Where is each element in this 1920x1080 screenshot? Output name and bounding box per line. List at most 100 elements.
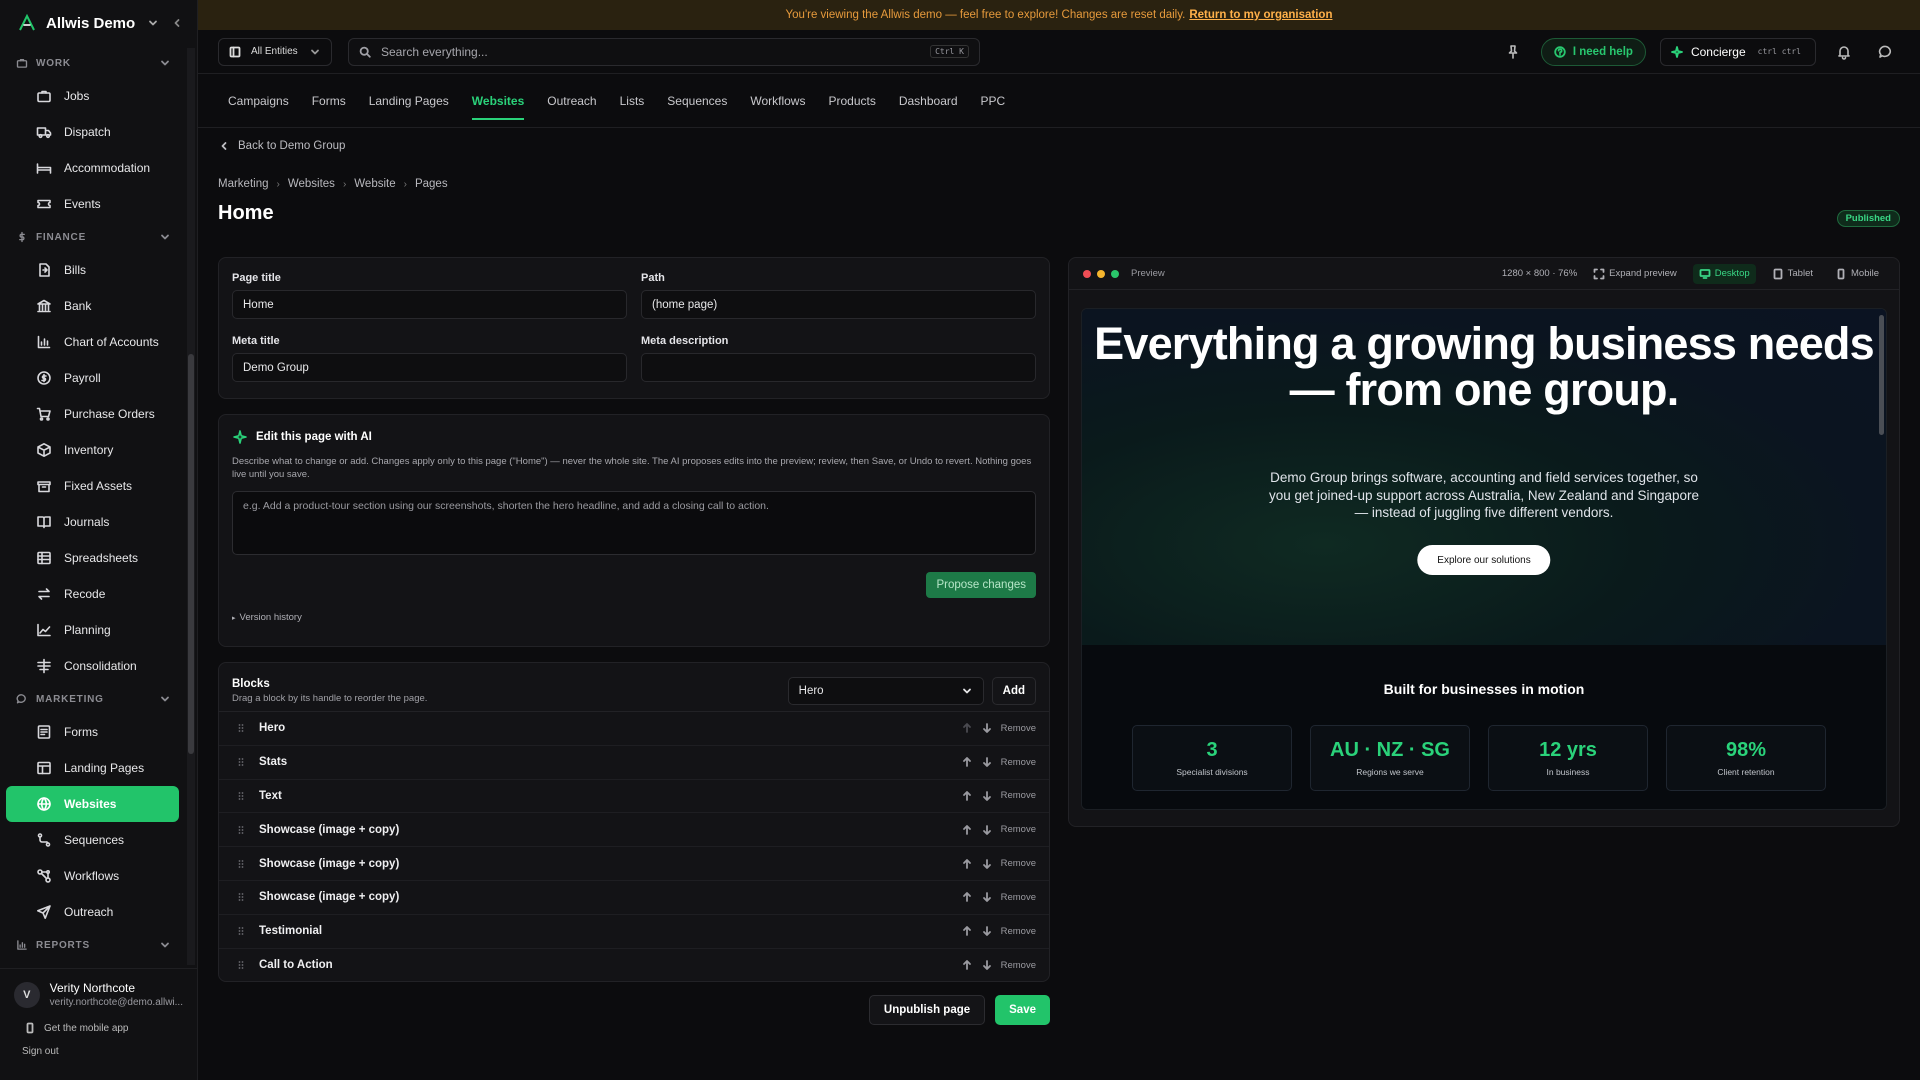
drag-handle-icon[interactable] xyxy=(235,722,247,734)
arrow-up-icon[interactable] xyxy=(961,790,973,802)
remove-block-button[interactable]: Remove xyxy=(1001,858,1036,869)
breadcrumb-item[interactable]: Marketing xyxy=(218,178,269,190)
help-button[interactable]: I need help xyxy=(1540,37,1646,66)
sidebar-item-chart-of-accounts[interactable]: Chart of Accounts xyxy=(6,324,179,360)
sidebar-item-sequences[interactable]: Sequences xyxy=(6,822,179,858)
chevron-down-icon[interactable] xyxy=(147,17,159,29)
return-to-org-link[interactable]: Return to my organisation xyxy=(1189,9,1332,21)
org-name[interactable]: Allwis Demo xyxy=(46,15,135,32)
concierge-button[interactable]: Concierge ctrl ctrl xyxy=(1659,37,1816,66)
tab-forms[interactable]: Forms xyxy=(312,74,346,128)
sign-out-link[interactable]: Sign out xyxy=(0,1040,197,1063)
meta-title-input[interactable] xyxy=(232,353,627,382)
sidebar-item-journals[interactable]: Journals xyxy=(6,504,179,540)
tab-workflows[interactable]: Workflows xyxy=(750,74,805,128)
remove-block-button[interactable]: Remove xyxy=(1001,824,1036,835)
arrow-down-icon[interactable] xyxy=(981,790,993,802)
breadcrumb-item[interactable]: Websites xyxy=(288,178,335,190)
sidebar-item-payroll[interactable]: Payroll xyxy=(6,360,179,396)
drag-handle-icon[interactable] xyxy=(235,925,247,937)
arrow-up-icon[interactable] xyxy=(961,858,973,870)
ai-prompt-input[interactable] xyxy=(232,491,1036,555)
page-title-input[interactable] xyxy=(232,290,627,319)
breadcrumb-item[interactable]: Website xyxy=(354,178,395,190)
path-input[interactable] xyxy=(641,290,1036,319)
drag-handle-icon[interactable] xyxy=(235,790,247,802)
sidebar-item-landing-pages[interactable]: Landing Pages xyxy=(6,750,179,786)
sidebar-item-jobs[interactable]: Jobs xyxy=(6,78,179,114)
drag-handle-icon[interactable] xyxy=(235,756,247,768)
arrow-down-icon[interactable] xyxy=(981,722,993,734)
sidebar-item-recode[interactable]: Recode xyxy=(6,576,179,612)
hero-cta-button[interactable]: Explore our solutions xyxy=(1417,545,1551,575)
unpublish-button[interactable]: Unpublish page xyxy=(868,995,986,1025)
remove-block-button[interactable]: Remove xyxy=(1001,960,1036,971)
save-button[interactable]: Save xyxy=(995,995,1050,1025)
notifications-button[interactable] xyxy=(1830,38,1858,66)
sidebar-section-reports[interactable]: REPORTS xyxy=(0,930,185,960)
pin-button[interactable] xyxy=(1499,38,1527,66)
avatar[interactable]: V xyxy=(14,981,40,1008)
block-row[interactable]: Text Remove xyxy=(219,780,1049,814)
remove-block-button[interactable]: Remove xyxy=(1001,757,1036,768)
sidebar-item-outreach[interactable]: Outreach xyxy=(6,894,179,930)
arrow-down-icon[interactable] xyxy=(981,891,993,903)
tab-landing-pages[interactable]: Landing Pages xyxy=(369,74,449,128)
collapse-sidebar-icon[interactable] xyxy=(171,17,183,29)
sidebar-item-purchase-orders[interactable]: Purchase Orders xyxy=(6,396,179,432)
block-row[interactable]: Showcase (image + copy) Remove xyxy=(219,881,1049,915)
arrow-down-icon[interactable] xyxy=(981,824,993,836)
remove-block-button[interactable]: Remove xyxy=(1001,892,1036,903)
arrow-up-icon[interactable] xyxy=(961,925,973,937)
tab-lists[interactable]: Lists xyxy=(620,74,645,128)
propose-changes-button[interactable]: Propose changes xyxy=(926,572,1036,598)
arrow-down-icon[interactable] xyxy=(981,756,993,768)
sidebar-item-fixed-assets[interactable]: Fixed Assets xyxy=(6,468,179,504)
block-row[interactable]: Call to Action Remove xyxy=(219,949,1049,981)
drag-handle-icon[interactable] xyxy=(235,959,247,971)
sidebar-item-events[interactable]: Events xyxy=(6,186,179,222)
add-block-button[interactable]: Add xyxy=(991,677,1036,705)
sidebar-item-workflows[interactable]: Workflows xyxy=(6,858,179,894)
sidebar-item-dispatch[interactable]: Dispatch xyxy=(6,114,179,150)
sidebar-item-consolidation[interactable]: Consolidation xyxy=(6,648,179,684)
tab-campaigns[interactable]: Campaigns xyxy=(228,74,289,128)
preview-viewport[interactable]: Everything a growing business needs — fr… xyxy=(1081,308,1887,810)
sidebar-item-bank[interactable]: Bank xyxy=(6,288,179,324)
tab-dashboard[interactable]: Dashboard xyxy=(899,74,958,128)
mobile-app-link[interactable]: Get the mobile app xyxy=(0,1016,197,1040)
block-row[interactable]: Testimonial Remove xyxy=(219,915,1049,949)
sidebar-item-spreadsheets[interactable]: Spreadsheets xyxy=(6,540,179,576)
arrow-up-icon[interactable] xyxy=(961,722,973,734)
arrow-up-icon[interactable] xyxy=(961,959,973,971)
entity-select[interactable]: All Entities xyxy=(218,37,332,66)
drag-handle-icon[interactable] xyxy=(235,891,247,903)
arrow-up-icon[interactable] xyxy=(961,756,973,768)
remove-block-button[interactable]: Remove xyxy=(1001,723,1036,734)
block-row[interactable]: Stats Remove xyxy=(219,746,1049,780)
sidebar-item-accommodation[interactable]: Accommodation xyxy=(6,150,179,186)
messages-button[interactable] xyxy=(1872,38,1900,66)
desktop-view-button[interactable]: Desktop xyxy=(1692,263,1756,284)
sidebar-scroll-thumb[interactable] xyxy=(188,354,194,754)
remove-block-button[interactable]: Remove xyxy=(1001,790,1036,801)
sidebar-item-inventory[interactable]: Inventory xyxy=(6,432,179,468)
arrow-up-icon[interactable] xyxy=(961,824,973,836)
breadcrumb-item[interactable]: Pages xyxy=(415,178,448,190)
user-menu[interactable]: V Verity Northcote verity.northcote@demo… xyxy=(0,969,197,1016)
sidebar-item-bills[interactable]: Bills xyxy=(6,252,179,288)
tab-sequences[interactable]: Sequences xyxy=(667,74,727,128)
tablet-view-button[interactable]: Tablet xyxy=(1766,264,1819,284)
arrow-down-icon[interactable] xyxy=(981,925,993,937)
sidebar-section-work[interactable]: WORK xyxy=(0,48,185,78)
arrow-down-icon[interactable] xyxy=(981,858,993,870)
arrow-up-icon[interactable] xyxy=(961,891,973,903)
mobile-view-button[interactable]: Mobile xyxy=(1829,264,1885,284)
global-search[interactable]: Ctrl K xyxy=(348,37,980,66)
block-row[interactable]: Showcase (image + copy) Remove xyxy=(219,813,1049,848)
search-input[interactable] xyxy=(381,44,921,59)
tab-products[interactable]: Products xyxy=(828,74,875,128)
tab-outreach[interactable]: Outreach xyxy=(547,74,596,128)
remove-block-button[interactable]: Remove xyxy=(1001,926,1036,937)
sidebar-section-marketing[interactable]: MARKETING xyxy=(0,684,185,714)
